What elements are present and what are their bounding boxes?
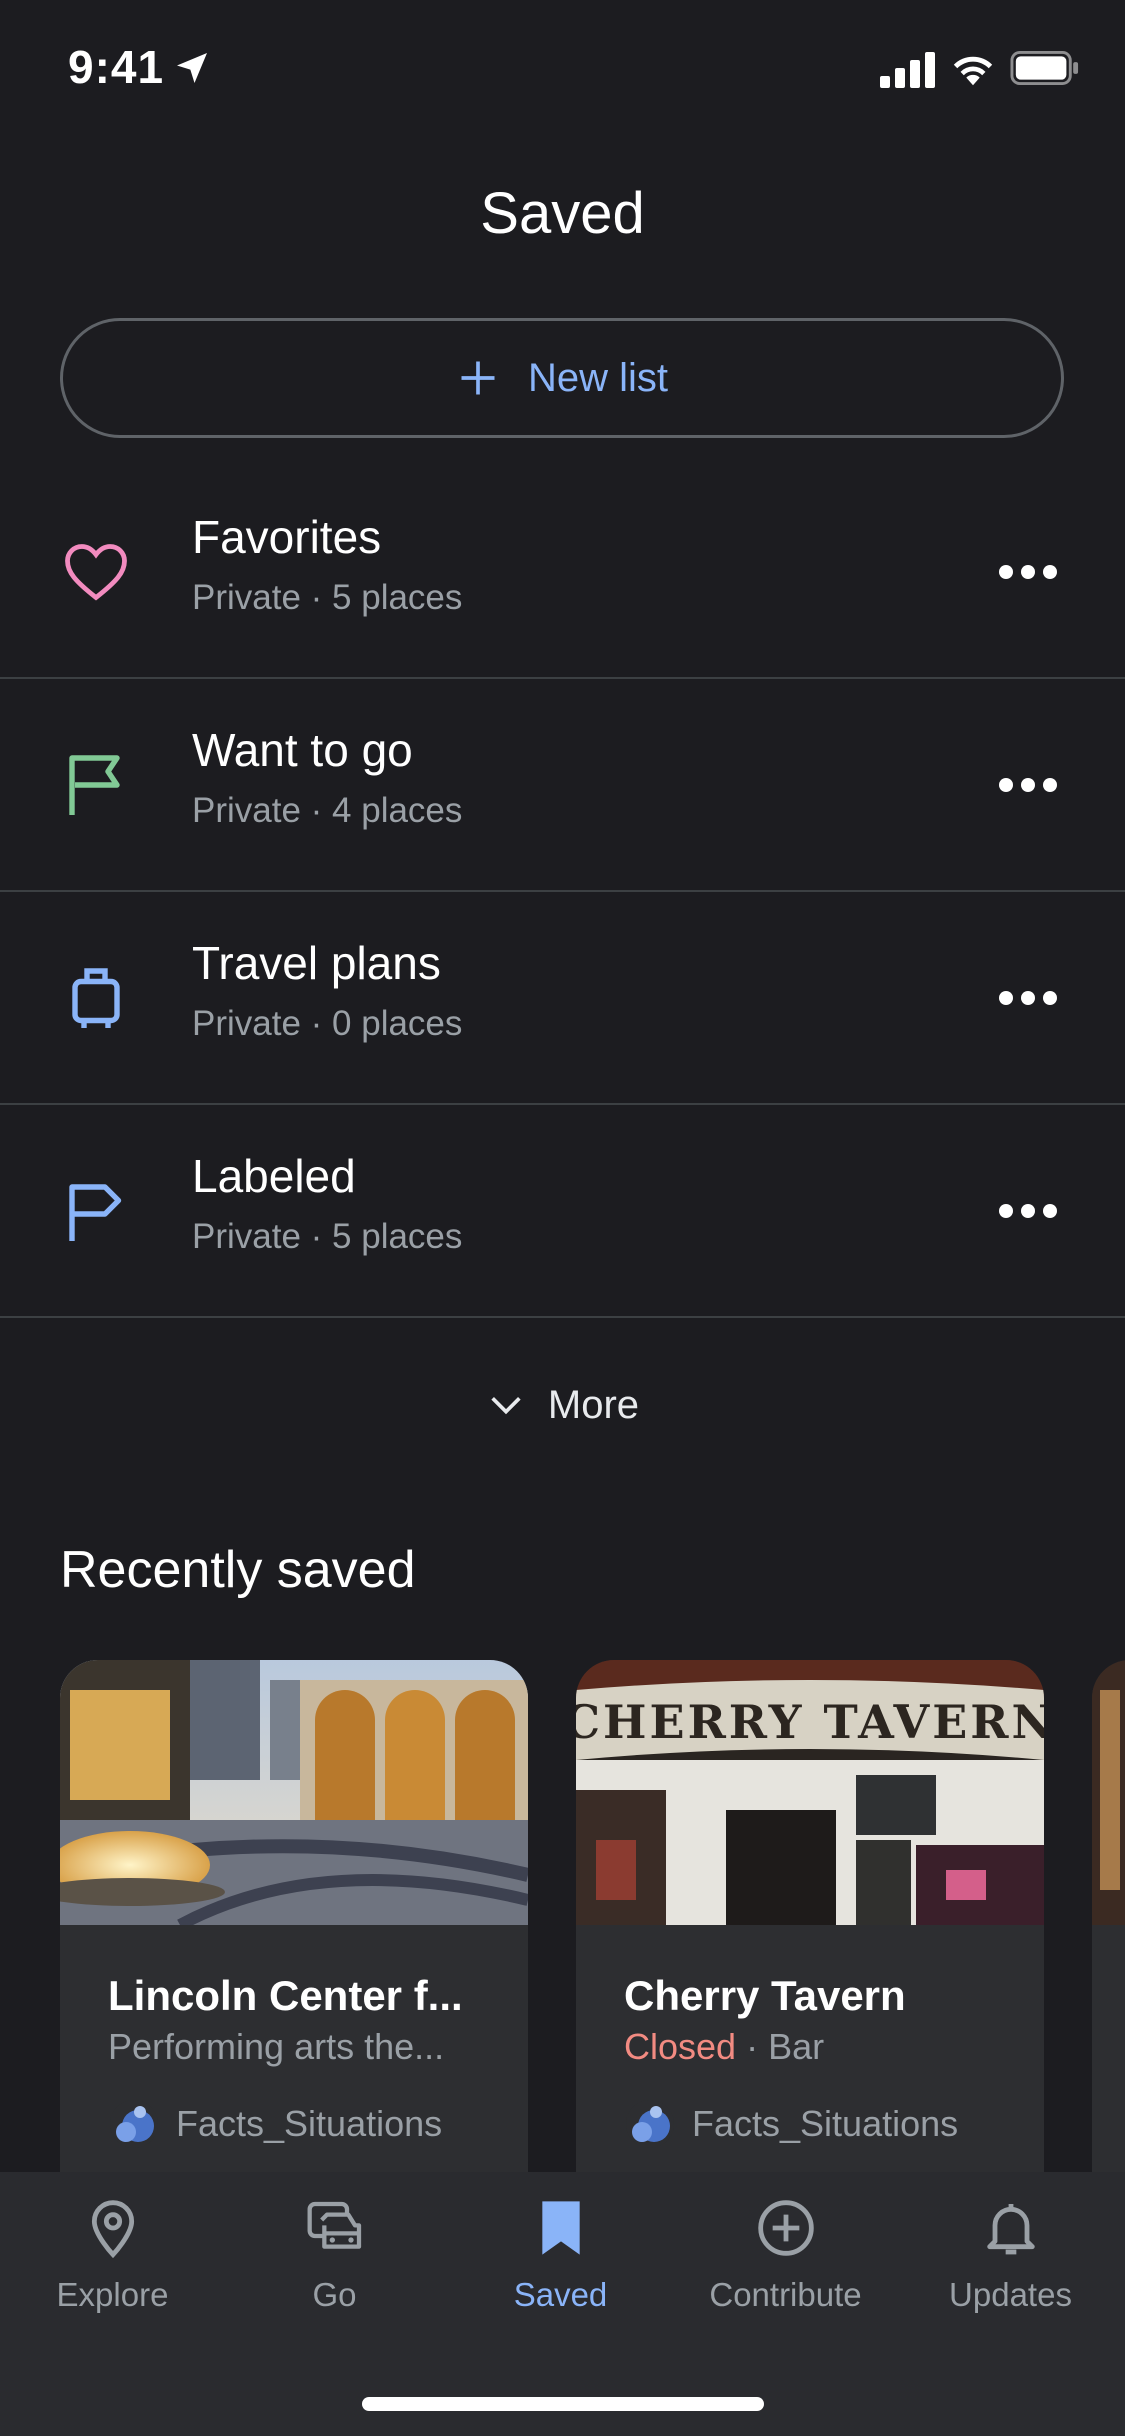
section-title: Recently saved [60,1541,416,1599]
place-photo [1092,1660,1125,1925]
place-status: Closed [624,2026,737,2067]
list-item-travel-plans[interactable]: Travel plans Private · 0 places [0,892,1125,1105]
user-name: Facts_Situations [692,2103,959,2144]
nav-contribute[interactable]: Contribute [673,2196,898,2336]
list-name: Labeled [192,1150,356,1202]
user-avatar-icon [110,2100,158,2148]
plus-icon [461,361,495,395]
home-indicator[interactable] [362,2397,764,2411]
cellular-signal-icon [880,52,935,88]
list-item-want-to-go[interactable]: Want to go Private · 4 places [0,679,1125,892]
list-meta: Private · 5 places [192,1217,463,1256]
nav-explore[interactable]: Explore [0,2196,225,2336]
wifi-icon [953,56,993,86]
list-name: Travel plans [192,937,441,989]
tavern-sign-text: CHERRY TAVERN [576,1695,1044,1749]
place-name: Lincoln Center f... [108,1972,463,2019]
nav-label: Go [312,2276,357,2313]
status-bar: 9:41 [0,0,1125,140]
flag-icon [69,755,120,815]
suitcase-icon [72,968,120,1028]
nav-label: Updates [949,2276,1072,2313]
place-category: Closed · Bar [624,2026,824,2068]
bookmark-icon [541,2201,580,2255]
nav-go[interactable]: Go [222,2196,447,2336]
more-options-icon[interactable] [990,546,1066,598]
bell-icon [986,2204,1035,2255]
label-flag-icon [69,1184,122,1241]
place-photo: CHERRY TAVERN [576,1660,1044,1925]
user-avatar-icon [626,2100,674,2148]
new-list-label: New list [527,355,669,400]
saved-by: Facts_Situations [624,2098,958,2150]
saved-by: Facts_Situations [108,2098,442,2150]
list-meta: Private · 5 places [192,578,463,617]
place-card-lincoln-center[interactable]: Lincoln Center f... Performing arts the.… [60,1660,528,2180]
nav-label: Explore [56,2276,169,2313]
location-arrow-icon [177,53,207,83]
nav-saved[interactable]: Saved [448,2196,673,2336]
page-title: Saved [480,181,645,246]
battery-icon [1010,50,1079,86]
car-icon [307,2201,361,2249]
more-options-icon[interactable] [990,759,1066,811]
list-name: Want to go [192,724,413,776]
list-meta: Private · 4 places [192,791,463,830]
place-photo [60,1660,528,1925]
place-name: Cherry Tavern [624,1972,906,2019]
nav-updates[interactable]: Updates [898,2196,1123,2336]
chevron-down-icon [491,1397,521,1415]
list-meta: Private · 0 places [192,1004,463,1043]
new-list-button[interactable]: New list [60,318,1064,438]
place-card-partial[interactable] [1092,1660,1125,2180]
place-card-cherry-tavern[interactable]: CHERRY TAVERN Cherry Tavern Closed · Bar… [576,1660,1044,2180]
list-name: Favorites [192,511,382,563]
more-button[interactable]: More [0,1370,1125,1440]
place-category: Performing arts the... [108,2026,445,2067]
more-options-icon[interactable] [990,1185,1066,1237]
recently-saved-carousel[interactable]: Lincoln Center f... Performing arts the.… [0,1660,1125,2180]
list-item-favorites[interactable]: Favorites Private · 5 places [0,466,1125,679]
list-item-labeled[interactable]: Labeled Private · 5 places [0,1105,1125,1318]
location-pin-icon [91,2200,134,2259]
place-type: · Bar [746,2026,825,2067]
status-time: 9:41 [68,41,165,93]
more-options-icon[interactable] [990,972,1066,1024]
heart-icon [65,544,127,601]
nav-label: Saved [513,2276,608,2313]
user-name: Facts_Situations [176,2103,443,2144]
add-circle-icon [757,2200,814,2256]
more-label: More [547,1382,640,1427]
nav-label: Contribute [709,2276,862,2313]
